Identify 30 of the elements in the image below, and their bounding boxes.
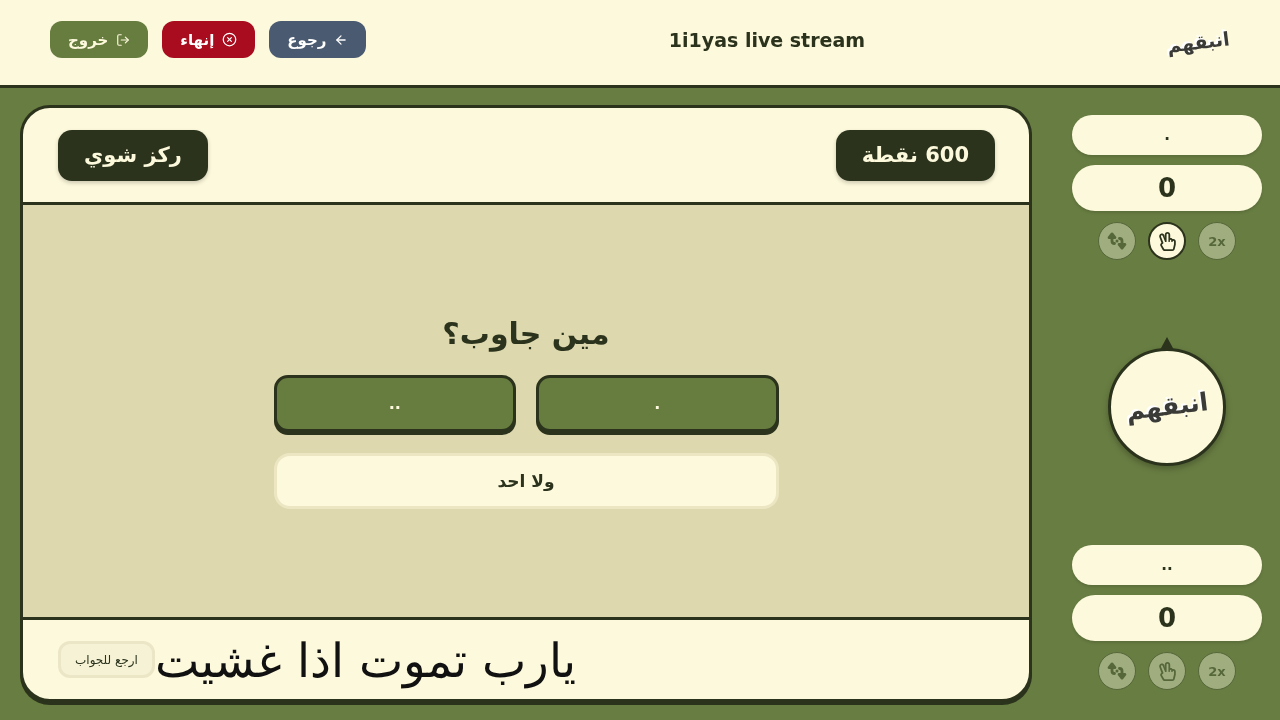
swap-arrows-icon <box>1107 231 1127 251</box>
score-text: 0 <box>1157 603 1177 633</box>
double-points-button[interactable]: 2x <box>1198 652 1236 690</box>
no-one-button[interactable]: ولا احد <box>273 452 779 509</box>
stream-title: 1i1yas live stream <box>668 28 866 51</box>
question-text: مين جاوب؟ <box>442 314 610 354</box>
back-to-answer-button[interactable]: ارجع للجواب <box>58 641 155 678</box>
back-button[interactable]: رجوع <box>269 21 367 58</box>
team-name-text: .. <box>1161 556 1173 574</box>
peace-hand-icon <box>1157 231 1177 251</box>
team-name-text: . <box>1164 126 1170 144</box>
score-text: 0 <box>1157 173 1177 203</box>
answer-button[interactable]: .. <box>273 374 516 432</box>
logo-text: انبقهم <box>1166 27 1232 58</box>
arrow-left-icon <box>334 32 349 47</box>
logout-icon <box>116 32 131 47</box>
answer-button[interactable]: . <box>536 374 779 432</box>
swap-button[interactable] <box>1098 222 1136 260</box>
double-points-button[interactable]: 2x <box>1198 222 1236 260</box>
swap-button[interactable] <box>1098 652 1136 690</box>
peace-hand-icon <box>1157 661 1177 681</box>
hand-button[interactable] <box>1148 222 1186 260</box>
logo-text: انبقهم <box>1124 386 1210 427</box>
end-button[interactable]: إنهاء <box>162 21 256 58</box>
hint-text: ركز شوي <box>84 143 182 167</box>
swap-arrows-icon <box>1107 661 1127 681</box>
points-text: 600 نقطة <box>861 143 969 167</box>
x-circle-icon <box>222 32 238 47</box>
exit-button[interactable]: خروج <box>50 21 149 58</box>
footer-message: يارب تموت اذا غشيت <box>154 634 576 689</box>
